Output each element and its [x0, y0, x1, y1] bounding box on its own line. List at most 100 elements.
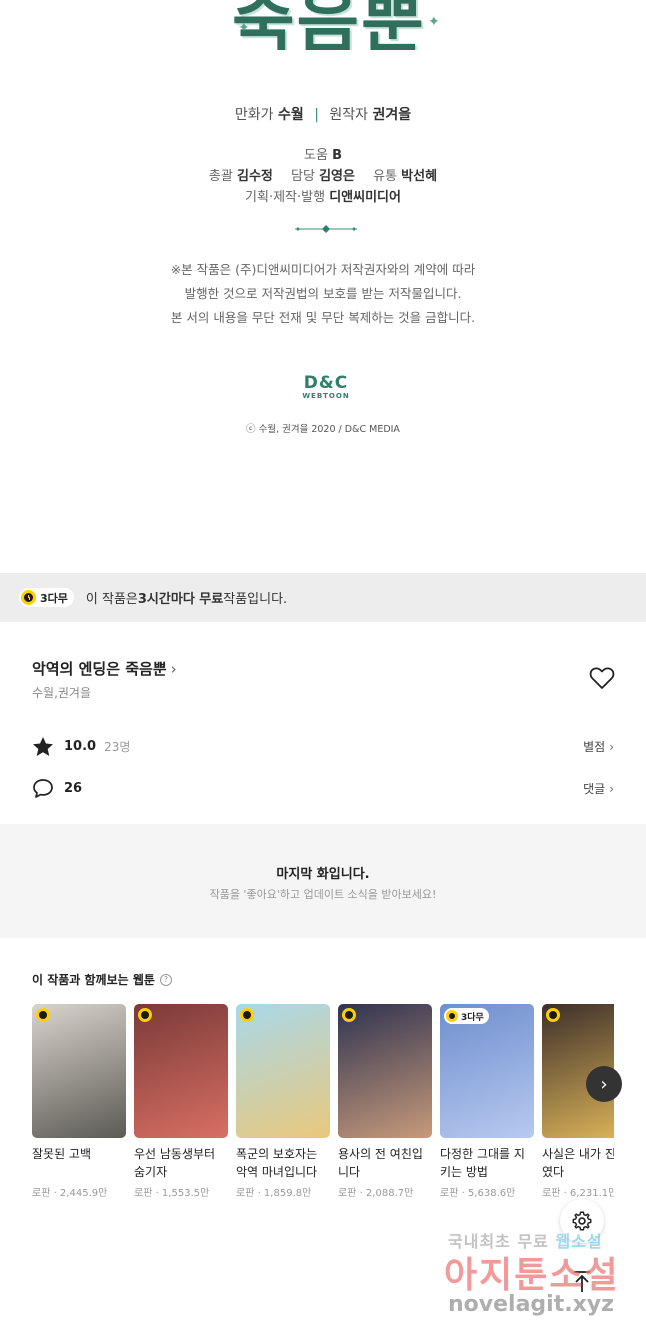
title-logo-text: 죽음뿐 — [232, 0, 426, 50]
watermark-line-3: novelagit.xyz — [448, 1292, 614, 1317]
recommend-meta: 로판 · 6,231.1만 — [542, 1188, 614, 1199]
series-info: 악역의 엔딩은 죽음뿐 › 수월,권겨을 10.0 23명 별점 › 26 댓글 › — [0, 622, 646, 824]
comment-icon — [33, 778, 53, 798]
recommend-card[interactable]: 용사의 전 여친입니다로판 · 2,088.7만 — [338, 1004, 432, 1199]
watermark: 국내최초 무료 웹소설 아지툰소설 novelagit.xyz — [440, 1228, 640, 1338]
star-icon — [33, 736, 53, 756]
ornament-divider — [295, 225, 357, 233]
clock-icon — [240, 1008, 254, 1022]
series-title[interactable]: 악역의 엔딩은 죽음뿐 — [32, 660, 167, 678]
recommend-title[interactable]: 사실은 내가 진짜였다 — [542, 1145, 614, 1181]
chevron-right-icon: › — [600, 1073, 608, 1095]
assist-role: 도움 — [304, 148, 328, 163]
recommend-title[interactable]: 다정한 그대를 지키는 방법 — [440, 1145, 534, 1181]
chevron-right-icon: › — [609, 781, 614, 796]
watermark-line-2: 아지툰소설 — [444, 1255, 620, 1296]
badge-label: 3다무 — [461, 1012, 484, 1023]
chevron-right-icon: › — [609, 739, 614, 754]
clock-icon — [21, 590, 36, 605]
recommend-title[interactable]: 폭군의 보호자는 악역 마녀입니다 — [236, 1145, 330, 1181]
recommend-meta: 로판 · 1,553.5만 — [134, 1188, 210, 1199]
dist-role: 유통 — [373, 169, 398, 184]
staff-line-producer: 기획·제작·발행 디앤씨미디어 — [0, 186, 646, 205]
rating-row: 10.0 23명 별점 › — [32, 733, 614, 759]
logo-main: D&C — [303, 373, 349, 393]
lead-role: 총괄 — [208, 169, 233, 184]
producer-role: 기획·제작·발행 — [245, 190, 326, 205]
last-episode-heading: 마지막 화입니다. — [276, 867, 370, 882]
comments-link-label[interactable]: 댓글 — [583, 782, 605, 796]
rating-link[interactable]: 별점 › — [583, 738, 614, 755]
staff-line-assist: 도움 B — [0, 144, 646, 163]
recommend-card[interactable]: 우선 남동생부터 숨기자로판 · 1,553.5만 — [134, 1004, 228, 1199]
clock-icon — [342, 1008, 356, 1022]
recommend-title[interactable]: 용사의 전 여친입니다 — [338, 1145, 432, 1181]
copyright-line: ⓒ 수월, 권겨을 2020 / D&C MEDIA — [246, 424, 400, 435]
lead-name: 김수정 — [236, 169, 273, 184]
chevron-right-icon: › — [170, 660, 177, 678]
title-logo: 죽음뿐 — [0, 0, 646, 50]
recommendations: 이 작품과 함께보는 웹툰 ? 잘못된 고백 로판 · 2,445.9만 우선 남동… — [0, 938, 646, 1228]
copyright-notice-3: 본 서의 내용을 무단 전재 및 무단 복제하는 것을 금합니다. — [170, 310, 476, 325]
author-role: 만화가 — [234, 107, 274, 123]
comments-link[interactable]: 댓글 › — [583, 780, 614, 797]
recommend-thumbnail[interactable] — [338, 1004, 432, 1138]
sparkle-icon: ✦ — [238, 20, 250, 36]
author-name: 수월 — [277, 107, 304, 123]
recommend-carousel: 잘못된 고백 로판 · 2,445.9만 우선 남동생부터 숨기자 로판 · 1,55… — [32, 1004, 614, 1204]
recommend-thumbnail[interactable]: 3다무 — [440, 1004, 534, 1138]
recommend-card[interactable]: 잘못된 고백로판 · 2,445.9만 — [32, 1004, 126, 1199]
banner-text-bold: 3시간마다 무료 — [137, 592, 224, 607]
dc-webtoon-logo: D&C WEBTOON — [300, 374, 352, 401]
copyright-notice-1: ※본 작품은 (주)디앤씨미디어가 저작권자와의 계약에 따라 — [170, 262, 476, 277]
carousel-next-button[interactable]: › — [586, 1066, 622, 1102]
3damu-badge: 3다무 — [444, 1008, 489, 1024]
series-authors: 수월,권겨을 — [32, 686, 92, 700]
manager-name: 김영은 — [319, 169, 355, 184]
clock-icon — [36, 1008, 50, 1022]
recommend-title[interactable]: 우선 남동생부터 숨기자 — [134, 1145, 228, 1181]
badge-label: 3다무 — [40, 591, 68, 605]
rating-count: 23명 — [104, 739, 131, 754]
clock-icon — [446, 1010, 458, 1022]
series-title-link[interactable]: 악역의 엔딩은 죽음뿐 › — [32, 658, 177, 679]
banner-text-tail: 작품입니다. — [223, 592, 288, 607]
author-credit: 만화가 수월 | 원작자 권겨을 — [0, 104, 646, 124]
rating-value: 10.0 — [64, 738, 97, 754]
banner-text: 이 작품은 — [85, 592, 138, 607]
clock-icon — [546, 1008, 560, 1022]
assist-name: B — [332, 148, 342, 163]
original-role: 원작자 — [329, 107, 369, 123]
recommend-title[interactable]: 잘못된 고백 — [32, 1145, 126, 1181]
original-name: 권겨을 — [372, 107, 412, 123]
dist-name: 박선혜 — [401, 169, 438, 184]
last-episode-sub: 작품을 '좋아요'하고 업데이트 소식을 받아보세요! — [209, 888, 437, 901]
credits-page: 죽음뿐 ✦ ✦ 만화가 수월 | 원작자 권겨을 도움 B 총괄 김수정 담당 … — [0, 0, 646, 573]
staff-line-team: 총괄 김수정 담당 김영은 유통 박선혜 — [0, 165, 646, 184]
producer-name: 디앤씨미디어 — [329, 190, 401, 205]
clock-icon — [138, 1008, 152, 1022]
recommend-card[interactable]: 3다무다정한 그대를 지키는 방법로판 · 5,638.6만 — [440, 1004, 534, 1199]
recommend-meta: 로판 · 2,088.7만 — [338, 1188, 414, 1199]
recommend-meta: 로판 · 2,445.9만 — [32, 1188, 108, 1199]
recommend-thumbnail[interactable] — [32, 1004, 126, 1138]
recommend-heading-text: 이 작품과 함께보는 웹툰 — [32, 973, 155, 987]
help-icon[interactable]: ? — [159, 973, 172, 986]
3damu-badge: 3다무 — [19, 588, 74, 607]
manager-role: 담당 — [291, 169, 315, 184]
free-every-3h-banner: 3다무 이 작품은 3시간마다 무료 작품입니다. — [0, 573, 646, 622]
rating-link-label[interactable]: 별점 — [583, 740, 605, 754]
recommend-thumbnail[interactable] — [236, 1004, 330, 1138]
last-episode-notice: 마지막 화입니다. 작품을 '좋아요'하고 업데이트 소식을 받아보세요! — [0, 824, 646, 938]
recommend-meta: 로판 · 1,859.8만 — [236, 1188, 312, 1199]
comments-row: 26 댓글 › — [32, 775, 614, 801]
recommend-heading: 이 작품과 함께보는 웹툰 ? — [32, 971, 172, 988]
copyright-notice-2: 발행한 것으로 저작권법의 보호를 받는 저작물입니다. — [184, 286, 462, 301]
recommend-meta: 로판 · 5,638.6만 — [440, 1188, 516, 1199]
recommend-thumbnail[interactable] — [134, 1004, 228, 1138]
sparkle-icon: ✦ — [428, 14, 440, 30]
comments-count: 26 — [64, 780, 83, 796]
heart-icon[interactable] — [589, 666, 615, 690]
recommend-card[interactable]: 폭군의 보호자는 악역 마녀입니다로판 · 1,859.8만 — [236, 1004, 330, 1199]
logo-sub: WEBTOON — [302, 392, 350, 400]
